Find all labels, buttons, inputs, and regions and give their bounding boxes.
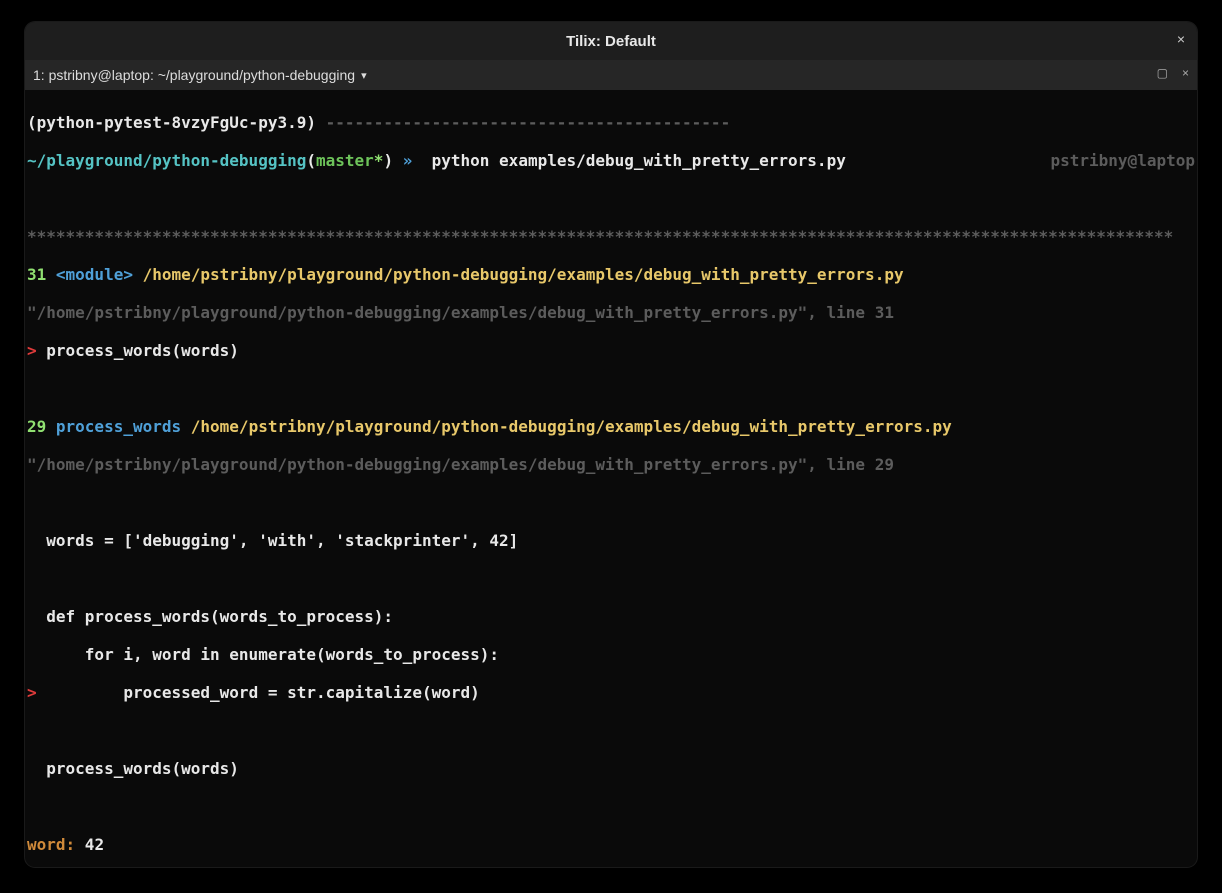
prompt-line-1: ~/playground/python-debugging(master*) »… — [27, 151, 1195, 170]
frame-2-file: "/home/pstribny/playground/python-debugg… — [27, 455, 1195, 474]
src-line: process_words(words) — [27, 759, 1195, 778]
maximize-pane-icon[interactable]: ▢ — [1157, 66, 1168, 80]
src-line: def process_words(words_to_process): — [27, 607, 1195, 626]
separator-stars: ****************************************… — [27, 227, 1195, 246]
src-line: words = ['debugging', 'with', 'stackprin… — [27, 531, 1195, 550]
user-host: pstribny@laptop — [1051, 151, 1196, 170]
tab-bar: 1: pstribny@laptop: ~/playground/python-… — [25, 60, 1197, 90]
terminal-window: Tilix: Default × 1: pstribny@laptop: ~/p… — [25, 22, 1197, 867]
frame-1-header: 31 <module> /home/pstribny/playground/py… — [27, 265, 1195, 284]
frame-2-header: 29 process_words /home/pstribny/playgrou… — [27, 417, 1195, 436]
tab-dropdown-icon[interactable]: ▾ — [361, 69, 367, 82]
window-title: Tilix: Default — [566, 33, 656, 50]
frame-1-file: "/home/pstribny/playground/python-debugg… — [27, 303, 1195, 322]
tab-1[interactable]: 1: pstribny@laptop: ~/playground/python-… — [33, 67, 355, 83]
terminal-content[interactable]: (python-pytest-8vzyFgUc-py3.9) ---------… — [25, 90, 1197, 867]
venv-line: (python-pytest-8vzyFgUc-py3.9) ---------… — [27, 113, 1195, 132]
close-icon[interactable]: × — [1177, 31, 1185, 47]
frame-1-code: > process_words(words) — [27, 341, 1195, 360]
close-pane-icon[interactable]: × — [1182, 66, 1189, 80]
titlebar: Tilix: Default × — [25, 22, 1197, 60]
src-line: for i, word in enumerate(words_to_proces… — [27, 645, 1195, 664]
src-line-active: > processed_word = str.capitalize(word) — [27, 683, 1195, 702]
var-word: word: 42 — [27, 835, 1195, 854]
